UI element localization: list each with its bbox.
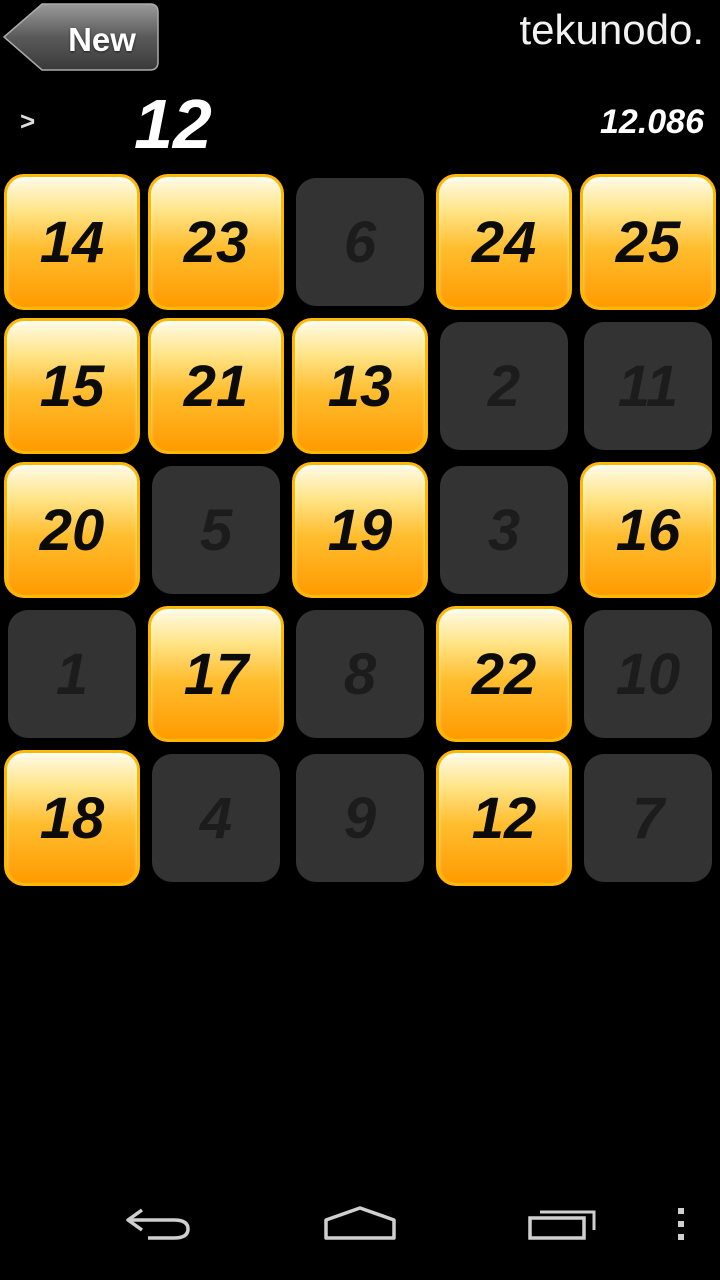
tile-23[interactable]: 23 (148, 174, 284, 310)
new-button-label: New (68, 21, 136, 58)
tile-4[interactable]: 4 (152, 754, 280, 882)
tile-11[interactable]: 11 (584, 322, 712, 450)
next-indicator: > (20, 106, 36, 136)
tile-13[interactable]: 13 (292, 318, 428, 454)
tile-17[interactable]: 17 (148, 606, 284, 742)
tile-7[interactable]: 7 (584, 754, 712, 882)
tile-22[interactable]: 22 (436, 606, 572, 742)
tile-24[interactable]: 24 (436, 174, 572, 310)
number-grid: 14 23 6 24 25 15 21 13 2 11 20 5 19 3 16 1 17 8 22 10 18 4 9 12… (0, 170, 720, 890)
back-icon[interactable] (122, 1204, 196, 1244)
tile-25[interactable]: 25 (580, 174, 716, 310)
tile-6[interactable]: 6 (296, 178, 424, 306)
tile-8[interactable]: 8 (296, 610, 424, 738)
tile-16[interactable]: 16 (580, 462, 716, 598)
target-number: 12 (134, 85, 212, 163)
tile-12[interactable]: 12 (436, 750, 572, 886)
tile-1[interactable]: 1 (8, 610, 136, 738)
tile-15[interactable]: 15 (4, 318, 140, 454)
brand-logo: tekunodo. (519, 6, 705, 53)
home-icon[interactable] (322, 1204, 398, 1244)
overflow-menu-icon[interactable] (674, 1204, 688, 1244)
tile-3[interactable]: 3 (440, 466, 568, 594)
tile-2[interactable]: 2 (440, 322, 568, 450)
recent-apps-icon[interactable] (526, 1204, 600, 1244)
tile-14[interactable]: 14 (4, 174, 140, 310)
tile-20[interactable]: 20 (4, 462, 140, 598)
tile-21[interactable]: 21 (148, 318, 284, 454)
tile-5[interactable]: 5 (152, 466, 280, 594)
tile-19[interactable]: 19 (292, 462, 428, 598)
new-game-button[interactable]: New (2, 2, 160, 72)
tile-10[interactable]: 10 (584, 610, 712, 738)
tile-9[interactable]: 9 (296, 754, 424, 882)
system-nav-bar (0, 1184, 720, 1280)
tile-18[interactable]: 18 (4, 750, 140, 886)
elapsed-timer: 12.086 (600, 103, 704, 141)
